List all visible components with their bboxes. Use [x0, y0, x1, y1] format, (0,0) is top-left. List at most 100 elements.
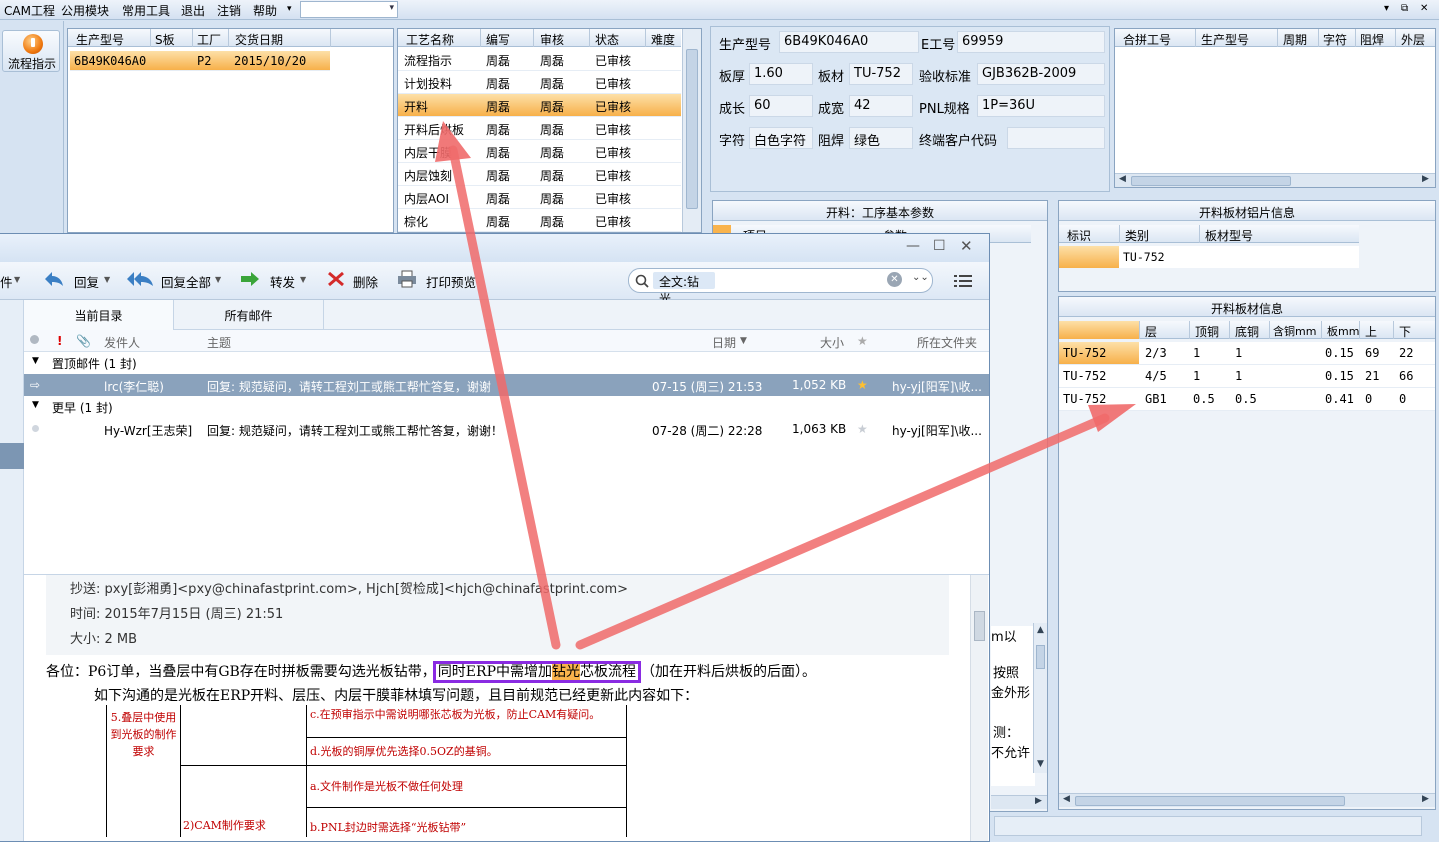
menu-list-icon[interactable]	[954, 273, 972, 289]
star-icon[interactable]: ★	[857, 422, 868, 436]
col-bottom-cu[interactable]: 底铜	[1235, 323, 1259, 340]
star-column-icon[interactable]: ★	[857, 334, 868, 348]
group-pinned[interactable]: ▼ 置顶邮件 (1 封)	[24, 352, 989, 374]
table-row[interactable]: 开料后烘板 周磊 周磊 已审核	[398, 117, 681, 140]
table-row[interactable]: TU-752	[1059, 246, 1359, 268]
field-model[interactable]: 6B49K046A0	[779, 31, 919, 53]
field-char[interactable]: 白色字符	[749, 127, 813, 149]
minimize-icon[interactable]: ▾	[1384, 3, 1389, 14]
reply-button[interactable]: 回复	[74, 272, 99, 291]
mail-close-icon[interactable]: ✕	[960, 237, 973, 255]
col-foil-type[interactable]: 类别	[1125, 227, 1149, 244]
col-date[interactable]: 交货日期	[235, 31, 283, 48]
group-earlier[interactable]: ▼ 更早 (1 封)	[24, 396, 989, 418]
read-status-icon[interactable]	[30, 335, 39, 344]
menu-cam[interactable]: CAM工程	[4, 2, 55, 19]
restore-icon[interactable]: ⧉	[1401, 3, 1408, 14]
col-difficulty[interactable]: 难度	[651, 31, 675, 48]
process-scrollbar[interactable]	[682, 29, 701, 232]
sort-down-icon[interactable]: ▼	[740, 336, 747, 346]
clear-search-icon[interactable]: ✕	[887, 272, 902, 287]
field-standard[interactable]: GJB362B-2009	[977, 63, 1105, 85]
field-material[interactable]: TU-752	[849, 63, 913, 85]
field-width[interactable]: 42	[849, 95, 913, 117]
mail-minimize-icon[interactable]: —	[906, 238, 920, 254]
col-model[interactable]: 生产型号	[76, 31, 124, 48]
chevron-down-icon[interactable]: ▼	[14, 275, 20, 284]
scroll-right-icon[interactable]: ▶	[1035, 796, 1042, 806]
scroll-right-icon[interactable]: ▶	[1422, 174, 1429, 184]
board-hscroll[interactable]: ◀ ▶	[1059, 793, 1435, 807]
field-customer[interactable]	[1007, 127, 1105, 149]
scroll-down-icon[interactable]: ▼	[1037, 759, 1044, 769]
col-period[interactable]: 周期	[1283, 31, 1307, 48]
scroll-left-icon[interactable]: ◀	[1119, 174, 1126, 184]
table-row[interactable]: 流程指示 周磊 周磊 已审核	[398, 48, 681, 71]
menu-exit[interactable]: 退出	[181, 2, 205, 19]
table-row[interactable]: TU-752 GB1 0.5 0.5 0.41 0 0	[1059, 388, 1435, 411]
scroll-thumb[interactable]	[974, 611, 985, 641]
col-process-name[interactable]: 工艺名称	[406, 31, 454, 48]
chevron-down-icon[interactable]: ⌄⌄	[912, 272, 929, 283]
star-icon[interactable]: ★	[857, 378, 868, 392]
field-pnl[interactable]: 1P=36U	[977, 95, 1105, 117]
col-foil-id[interactable]: 标识	[1067, 227, 1091, 244]
field-length[interactable]: 60	[749, 95, 813, 117]
table-row[interactable]: 计划投料 周磊 周磊 已审核	[398, 71, 681, 94]
chevron-down-icon[interactable]: ▼	[300, 275, 306, 284]
table-row[interactable]: TU-752 4/5 1 1 0.15 21 66	[1059, 365, 1435, 388]
menu-common-module[interactable]: 公用模块	[61, 2, 109, 19]
reply-icon[interactable]	[44, 270, 64, 288]
search-input[interactable]: 全文:钻光	[653, 272, 715, 306]
delete-icon[interactable]	[326, 270, 346, 288]
col-folder[interactable]: 所在文件夹	[917, 334, 977, 351]
col-s[interactable]: S板	[155, 31, 175, 48]
table-row[interactable]: TU-752 2/3 1 1 0.15 69 22	[1059, 342, 1435, 365]
col-outer[interactable]: 外层	[1401, 31, 1425, 48]
col-cu-mm[interactable]: 含铜mm	[1273, 323, 1316, 339]
table-row[interactable]: 开料 周磊 周磊 已审核	[398, 94, 681, 117]
delete-button[interactable]: 删除	[353, 272, 378, 291]
folder-selected-marker[interactable]	[0, 443, 24, 469]
menu-logout[interactable]: 注销	[217, 2, 241, 19]
toolbar-cut-label[interactable]: 件	[0, 272, 13, 291]
mail-maximize-icon[interactable]: ☐	[933, 238, 946, 254]
chevron-down-icon[interactable]: ▼	[104, 275, 110, 284]
col-char[interactable]: 字符	[1323, 31, 1347, 48]
tab-current-folder[interactable]: 当前目录	[24, 300, 174, 330]
scroll-right-icon[interactable]: ▶	[1422, 794, 1429, 804]
scroll-thumb[interactable]	[1075, 796, 1345, 806]
params-hscroll[interactable]: ▶	[991, 795, 1047, 809]
col-top-cu[interactable]: 顶铜	[1195, 323, 1219, 340]
col-combine-model[interactable]: 生产型号	[1201, 31, 1249, 48]
field-eno[interactable]: 69959	[957, 31, 1105, 53]
menu-help-arrow-icon[interactable]: ▾	[287, 4, 292, 14]
field-thickness[interactable]: 1.60	[749, 63, 813, 85]
col-reviewer[interactable]: 审核	[540, 31, 564, 48]
collapse-icon[interactable]: ▼	[32, 400, 39, 410]
field-mask[interactable]: 绿色	[849, 127, 913, 149]
flow-indicator-button[interactable]: 流程指示	[2, 30, 60, 72]
menu-common-tools[interactable]: 常用工具	[122, 2, 170, 19]
col-layer[interactable]: 层	[1145, 323, 1157, 340]
scroll-thumb[interactable]	[686, 49, 698, 209]
table-row[interactable]: 内层AOI 周磊 周磊 已审核	[398, 186, 681, 209]
scroll-thumb[interactable]	[1131, 176, 1291, 186]
menu-combo-box[interactable]: ▾	[300, 1, 398, 18]
col-writer[interactable]: 编写	[486, 31, 510, 48]
priority-icon[interactable]: !	[57, 334, 62, 348]
attachment-icon[interactable]: 📎	[76, 334, 91, 348]
print-preview-button[interactable]: 打印预览	[426, 272, 476, 291]
reply-all-button[interactable]: 回复全部	[161, 272, 211, 291]
params-vscroll[interactable]: ▲ ▼	[1033, 623, 1047, 773]
scroll-left-icon[interactable]: ◀	[1063, 794, 1070, 804]
preview-scrollbar[interactable]	[970, 575, 988, 841]
col-board-mm[interactable]: 板mm	[1327, 323, 1359, 339]
close-icon[interactable]: ✕	[1420, 3, 1428, 14]
col-up[interactable]: 上	[1365, 323, 1377, 340]
scroll-thumb[interactable]	[1036, 645, 1045, 669]
col-date[interactable]: 日期	[712, 334, 736, 351]
scroll-up-icon[interactable]: ▲	[1037, 625, 1044, 635]
table-row[interactable]: 6B49K046A0 P2 2015/10/20	[70, 51, 330, 71]
chevron-down-icon[interactable]: ▼	[215, 275, 221, 284]
